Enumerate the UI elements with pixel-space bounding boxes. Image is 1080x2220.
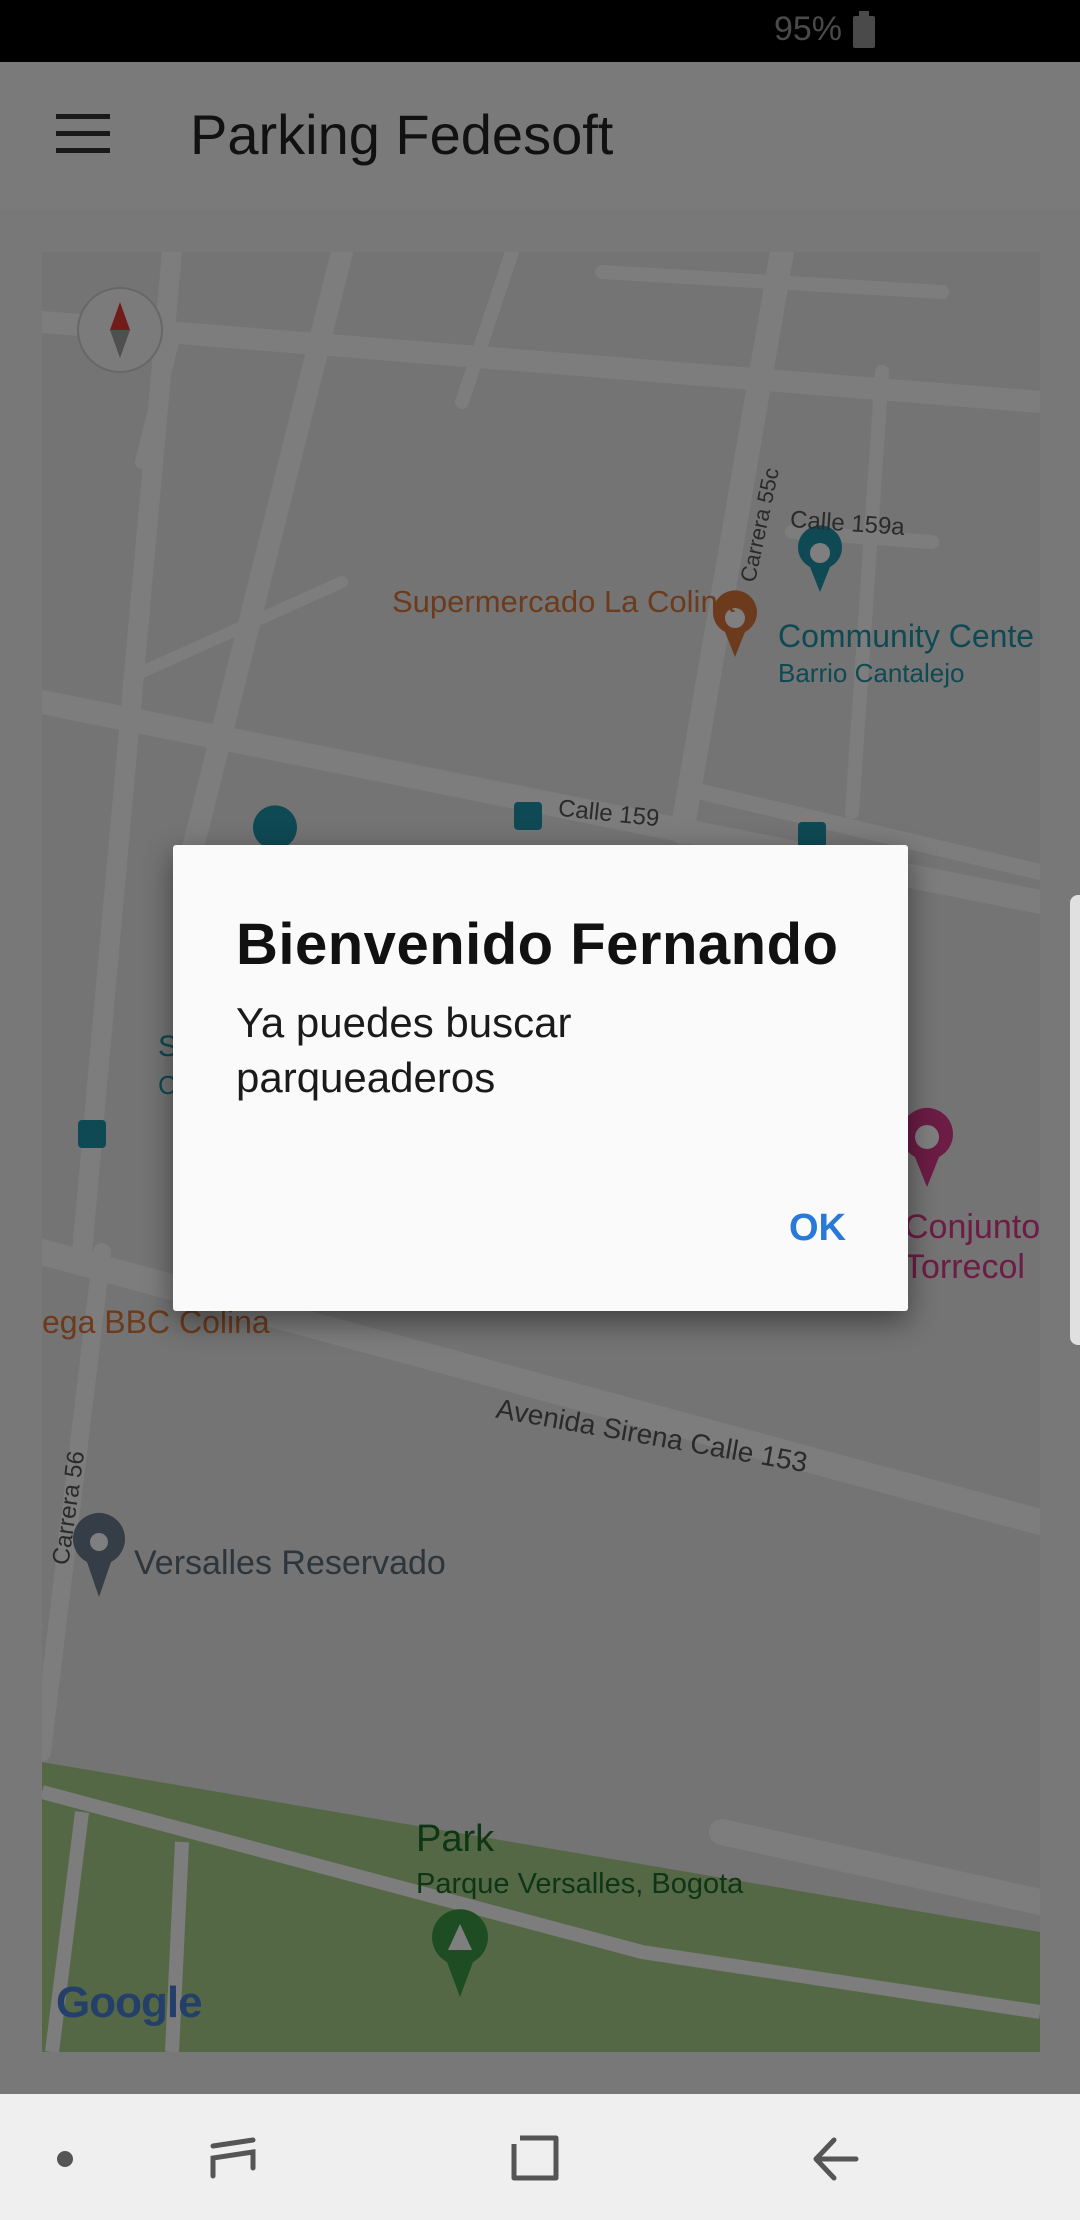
home-icon[interactable]	[476, 2094, 596, 2220]
dialog-title: Bienvenido Fernando	[236, 912, 839, 977]
back-icon[interactable]	[778, 2094, 898, 2220]
dialog-message: Ya puedes buscar parqueaderos	[236, 999, 572, 1101]
recents-icon[interactable]	[173, 2094, 293, 2220]
welcome-dialog: Bienvenido Fernando Ya puedes buscar par…	[173, 845, 908, 1311]
edge-panel-handle[interactable]	[1070, 895, 1080, 1345]
navigation-bar	[0, 2094, 1080, 2220]
battery-icon	[853, 11, 875, 48]
ok-button[interactable]: OK	[789, 1207, 846, 1250]
status-bar: 95%	[0, 0, 1080, 62]
dot-icon[interactable]	[5, 2094, 125, 2220]
battery-percentage: 95%	[773, 10, 842, 48]
